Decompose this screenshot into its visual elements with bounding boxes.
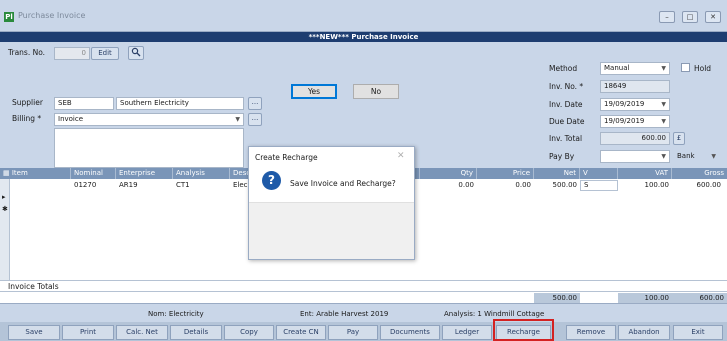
method-value: Manual — [604, 64, 630, 72]
inv-no-field[interactable]: 18649 — [600, 80, 670, 93]
save-button[interactable]: Save — [8, 325, 60, 340]
cell-vat[interactable]: 100.00 — [618, 181, 672, 191]
pay-button[interactable]: Pay — [328, 325, 378, 340]
supplier-name-field[interactable]: Southern Electricity — [116, 97, 244, 110]
billing-label: Billing * — [12, 114, 42, 123]
chevron-down-icon: ▼ — [661, 65, 666, 72]
cell-nominal[interactable]: 01270 — [71, 181, 116, 191]
bank-value: Bank — [677, 152, 695, 160]
trans-no-field[interactable]: 0 — [54, 47, 90, 60]
billing-address-box[interactable] — [54, 128, 244, 168]
total-net: 500.00 — [534, 293, 580, 303]
inv-date-field[interactable]: 19/09/2019 ▼ — [600, 98, 670, 111]
form-banner: ***NEW*** Purchase Invoice — [0, 32, 727, 42]
edit-button[interactable]: Edit — [91, 47, 119, 60]
cell-vat-code[interactable]: S — [580, 180, 618, 191]
create-recharge-dialog: Create Recharge ✕ ? Save Invoice and Rec… — [248, 146, 415, 260]
supplier-code-field[interactable]: SEB — [54, 97, 114, 110]
status-analysis: Analysis: 1 Windmill Cottage — [444, 310, 545, 318]
pay-by-label: Pay By — [549, 152, 575, 161]
billing-select[interactable]: Invoice ▼ — [54, 113, 244, 126]
details-button[interactable]: Details — [170, 325, 222, 340]
cell-analysis[interactable]: CT1 — [173, 181, 230, 191]
hold-checkbox[interactable] — [681, 63, 690, 72]
inv-date-value: 19/09/2019 — [604, 100, 645, 108]
remove-button[interactable]: Remove — [566, 325, 616, 340]
cell-price[interactable]: 0.00 — [477, 181, 534, 191]
status-nominal: Nom: Electricity — [148, 310, 204, 318]
action-toolbar: Save Print Calc. Net Details Copy Create… — [0, 322, 727, 341]
hold-label: Hold — [694, 64, 712, 73]
ledger-button[interactable]: Ledger — [442, 325, 492, 340]
dialog-message: Save Invoice and Recharge? — [290, 179, 396, 188]
cell-qty[interactable]: 0.00 — [420, 181, 477, 191]
cell-enterprise[interactable]: AR19 — [116, 181, 173, 191]
due-date-field[interactable]: 19/09/2019 ▼ — [600, 115, 670, 128]
question-icon: ? — [262, 171, 281, 190]
documents-button[interactable]: Documents — [380, 325, 440, 340]
abandon-button[interactable]: Abandon — [618, 325, 670, 340]
cell-net[interactable]: 500.00 — [534, 181, 580, 191]
billing-value: Invoice — [58, 115, 84, 123]
supplier-label: Supplier — [12, 98, 43, 107]
chevron-down-icon: ▼ — [661, 153, 666, 160]
due-date-value: 19/09/2019 — [604, 117, 645, 125]
search-button[interactable] — [128, 46, 144, 60]
method-select[interactable]: Manual ▼ — [600, 62, 670, 75]
billing-lookup-button[interactable]: ... — [248, 113, 262, 126]
chevron-down-icon: ▼ — [711, 153, 716, 160]
status-bar: Nom: Electricity Ent: Arable Harvest 201… — [0, 303, 727, 322]
close-icon[interactable]: ✕ — [397, 151, 405, 161]
calc-net-button[interactable]: Calc. Net — [116, 325, 168, 340]
chevron-down-icon: ▼ — [661, 118, 666, 125]
maximize-button[interactable]: □ — [682, 11, 698, 23]
minimize-button[interactable]: – — [659, 11, 675, 23]
currency-button[interactable]: £ — [673, 132, 685, 145]
copy-button[interactable]: Copy — [224, 325, 274, 340]
supplier-lookup-button[interactable]: ... — [248, 97, 262, 110]
chevron-down-icon: ▼ — [661, 101, 666, 108]
pay-by-select[interactable]: ▼ — [600, 150, 670, 163]
recharge-highlight-box — [493, 319, 554, 341]
app-icon: Pl — [4, 12, 14, 22]
due-date-label: Due Date — [549, 117, 585, 126]
print-button[interactable]: Print — [62, 325, 114, 340]
cell-gross[interactable]: 600.00 — [672, 181, 724, 191]
bank-select[interactable]: Bank ▼ — [673, 150, 720, 163]
inv-no-label: Inv. No. * — [549, 82, 584, 91]
inv-total-label: Inv. Total — [549, 134, 583, 143]
chevron-down-icon: ▼ — [235, 116, 240, 123]
title-bar: Pl Purchase Invoice – □ ✕ — [0, 0, 727, 32]
create-cn-button[interactable]: Create CN — [276, 325, 326, 340]
search-icon — [131, 47, 141, 57]
dialog-footer — [249, 202, 414, 259]
status-enterprise: Ent: Arable Harvest 2019 — [300, 310, 389, 318]
window-title: Purchase Invoice — [18, 11, 86, 20]
total-gross: 600.00 — [672, 293, 727, 303]
trans-no-label: Trans. No. — [8, 48, 46, 57]
invoice-totals-row: 500.00 100.00 600.00 — [0, 291, 727, 303]
close-button[interactable]: ✕ — [705, 11, 721, 23]
method-label: Method — [549, 64, 578, 73]
inv-total-field[interactable]: 600.00 — [600, 132, 670, 145]
yes-button[interactable]: Yes — [291, 84, 337, 99]
exit-button[interactable]: Exit — [673, 325, 723, 340]
no-button[interactable]: No — [353, 84, 399, 99]
dialog-title: Create Recharge — [255, 153, 318, 162]
total-vat: 100.00 — [618, 293, 672, 303]
inv-date-label: Inv. Date — [549, 100, 583, 109]
invoice-totals-label: Invoice Totals — [0, 280, 727, 291]
